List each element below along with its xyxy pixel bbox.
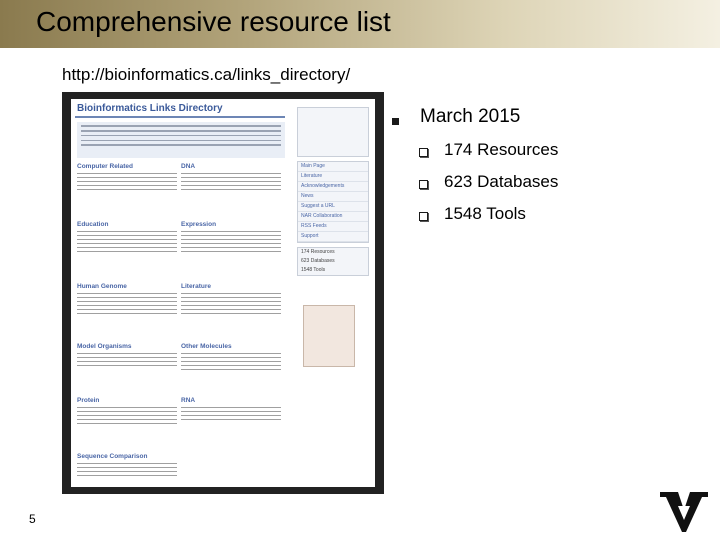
- section-sequence-comparison: Sequence Comparison: [77, 453, 177, 479]
- sidebar-link[interactable]: Literature: [298, 172, 368, 182]
- square-bullet-icon: [419, 212, 428, 221]
- section-other-molecules: Other Molecules: [181, 343, 281, 373]
- bullet-main-text: March 2015: [420, 106, 521, 127]
- section-model-organisms: Model Organisms: [77, 343, 177, 369]
- section-heading[interactable]: Literature: [181, 283, 281, 290]
- section-heading[interactable]: Sequence Comparison: [77, 453, 177, 460]
- vanderbilt-v-logo-icon: [660, 492, 708, 537]
- square-bullet-icon: [419, 148, 428, 157]
- sidebar-link[interactable]: NAR Collaboration: [298, 212, 368, 222]
- sidebar-link[interactable]: RSS Feeds: [298, 222, 368, 232]
- section-heading[interactable]: Protein: [77, 397, 177, 404]
- login-box: [297, 107, 369, 157]
- bullet-resources: 174 Resources: [444, 140, 559, 159]
- stats-box: 174 Resources 623 Databases 1548 Tools: [297, 247, 369, 276]
- section-protein: Protein: [77, 397, 177, 427]
- sidebar-link[interactable]: Suggest a URL: [298, 202, 368, 212]
- section-heading[interactable]: RNA: [181, 397, 281, 404]
- section-expression: Expression: [181, 221, 281, 255]
- page-number: 5: [29, 512, 36, 526]
- slide-title: Comprehensive resource list: [36, 6, 391, 37]
- section-literature: Literature: [181, 283, 281, 317]
- sidebar-link[interactable]: Acknowledgements: [298, 182, 368, 192]
- section-heading[interactable]: Computer Related: [77, 163, 177, 170]
- website-screenshot-content: Bioinformatics Links Directory Computer …: [71, 99, 375, 487]
- square-bullet-icon: [392, 118, 399, 125]
- section-heading[interactable]: Expression: [181, 221, 281, 228]
- sidebar-link[interactable]: News: [298, 192, 368, 202]
- stat-badge: 1548 Tools: [301, 267, 326, 273]
- section-heading[interactable]: Other Molecules: [181, 343, 281, 350]
- section-heading[interactable]: Human Genome: [77, 283, 177, 290]
- website-screenshot: Bioinformatics Links Directory Computer …: [62, 92, 384, 494]
- section-computer-related: Computer Related: [77, 163, 177, 193]
- section-dna: DNA: [181, 163, 281, 193]
- square-bullet-icon: [419, 180, 428, 189]
- stat-badge: 174 Resources: [301, 249, 335, 255]
- section-human-genome: Human Genome: [77, 283, 177, 317]
- sidebar-link[interactable]: Support: [298, 232, 368, 242]
- site-title-rule: [75, 116, 285, 118]
- intro-box: [77, 122, 285, 158]
- site-sidebar: Main Page Literature Acknowledgements Ne…: [297, 107, 369, 280]
- sidebar-link[interactable]: Main Page: [298, 162, 368, 172]
- section-heading[interactable]: Education: [77, 221, 177, 228]
- sidebar-menu: Main Page Literature Acknowledgements Ne…: [297, 161, 369, 243]
- section-education: Education: [77, 221, 177, 255]
- section-rna: RNA: [181, 397, 281, 423]
- directory-url[interactable]: http://bioinformatics.ca/links_directory…: [62, 65, 350, 85]
- section-heading[interactable]: DNA: [181, 163, 281, 170]
- bullet-tools: 1548 Tools: [444, 204, 526, 223]
- book-cover-image: [303, 305, 355, 367]
- stat-badge: 623 Databases: [301, 258, 335, 264]
- section-heading[interactable]: Model Organisms: [77, 343, 177, 350]
- bullet-databases: 623 Databases: [444, 172, 559, 191]
- site-title: Bioinformatics Links Directory: [77, 103, 223, 114]
